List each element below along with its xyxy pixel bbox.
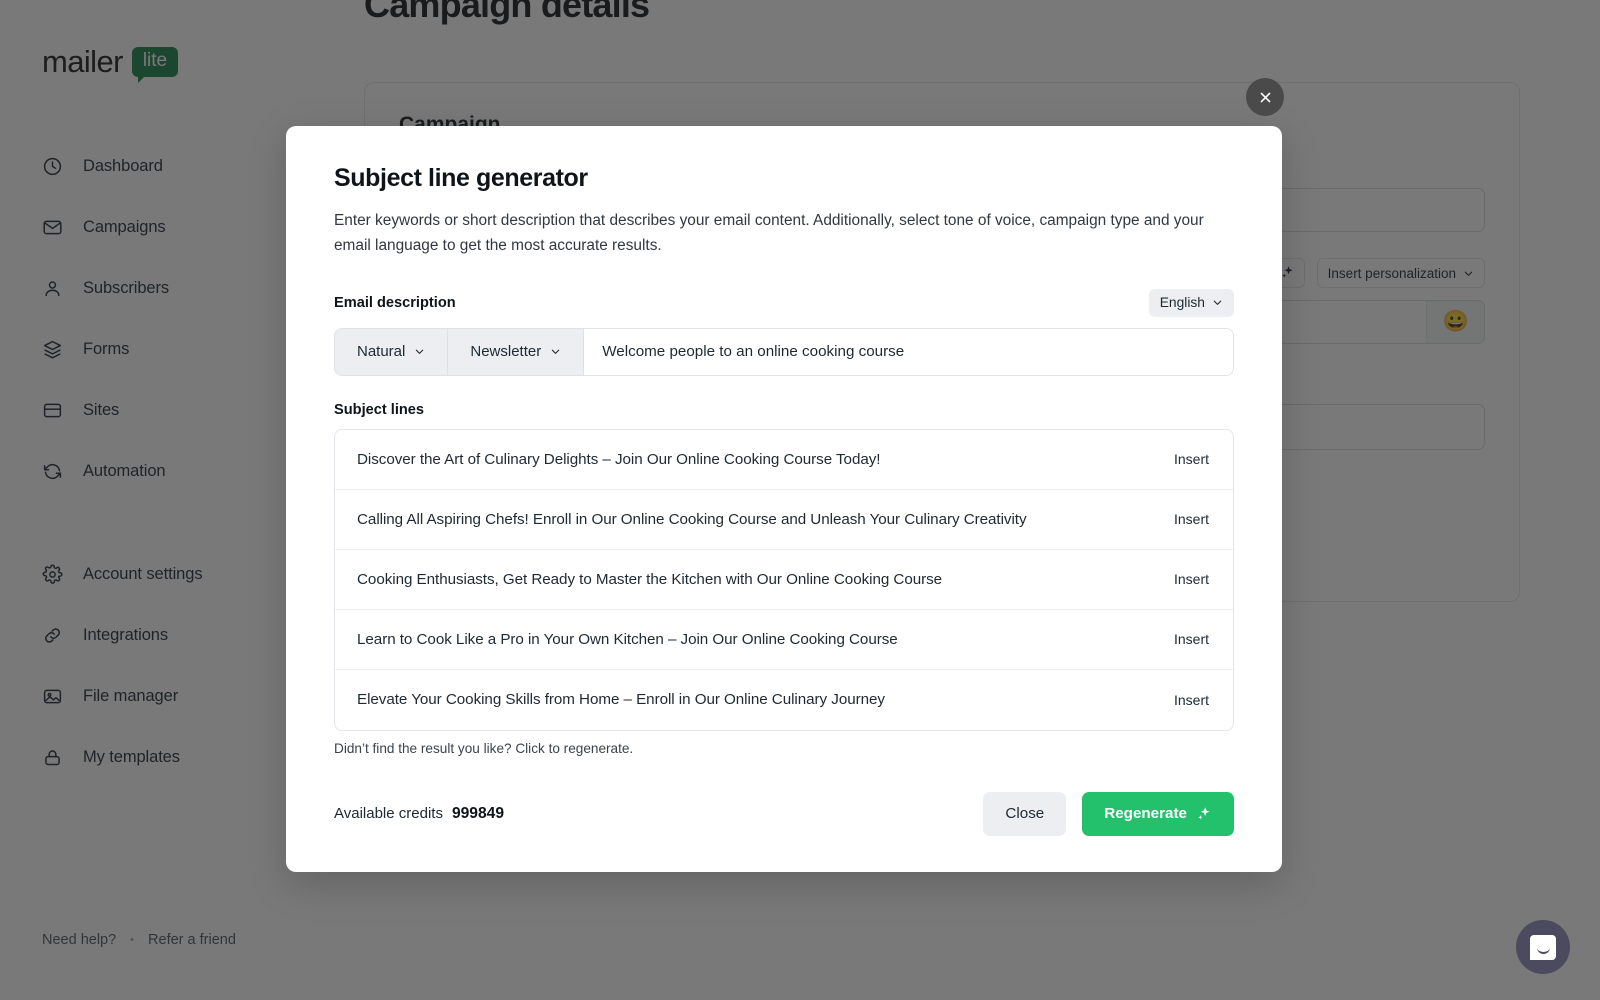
email-description-bar: Natural Newsletter <box>334 328 1234 376</box>
chevron-down-icon <box>414 346 425 357</box>
modal-close-button[interactable] <box>1246 78 1284 116</box>
intercom-launcher[interactable] <box>1516 920 1570 974</box>
close-icon <box>1258 90 1273 105</box>
available-credits: Available credits 999849 <box>334 805 504 823</box>
subject-line-text: Calling All Aspiring Chefs! Enroll in Ou… <box>357 511 1027 528</box>
modal-description: Enter keywords or short description that… <box>334 209 1234 259</box>
tone-of-voice-value: Natural <box>357 343 405 360</box>
list-item[interactable]: Calling All Aspiring Chefs! Enroll in Ou… <box>335 490 1233 550</box>
regenerate-button[interactable]: Regenerate <box>1082 792 1234 836</box>
list-item[interactable]: Elevate Your Cooking Skills from Home – … <box>335 670 1233 730</box>
email-description-label: Email description <box>334 295 456 311</box>
list-item[interactable]: Learn to Cook Like a Pro in Your Own Kit… <box>335 610 1233 670</box>
subject-line-text: Discover the Art of Culinary Delights – … <box>357 451 880 468</box>
subject-line-text: Cooking Enthusiasts, Get Ready to Master… <box>357 571 942 588</box>
chevron-down-icon <box>1212 297 1223 308</box>
list-item[interactable]: Discover the Art of Culinary Delights – … <box>335 430 1233 490</box>
insert-button[interactable]: Insert <box>1172 445 1211 473</box>
modal-actions: Close Regenerate <box>983 792 1234 836</box>
available-credits-value: 999849 <box>452 805 504 823</box>
subject-lines-list: Discover the Art of Culinary Delights – … <box>334 429 1234 731</box>
regenerate-label: Regenerate <box>1104 805 1187 822</box>
insert-button[interactable]: Insert <box>1172 625 1211 653</box>
subject-line-generator-modal: Subject line generator Enter keywords or… <box>286 126 1282 872</box>
modal-title: Subject line generator <box>334 164 1234 193</box>
campaign-type-dropdown[interactable]: Newsletter <box>448 329 584 375</box>
chat-bubble-icon <box>1530 935 1556 960</box>
insert-button[interactable]: Insert <box>1172 505 1211 533</box>
modal-footer: Available credits 999849 Close Regenerat… <box>334 792 1234 836</box>
list-item[interactable]: Cooking Enthusiasts, Get Ready to Master… <box>335 550 1233 610</box>
insert-button[interactable]: Insert <box>1172 565 1211 593</box>
language-value: English <box>1160 295 1205 310</box>
email-description-header: Email description English <box>334 289 1234 317</box>
subject-lines-label: Subject lines <box>334 402 1234 418</box>
tone-of-voice-dropdown[interactable]: Natural <box>335 329 448 375</box>
chevron-down-icon <box>550 346 561 357</box>
campaign-type-value: Newsletter <box>470 343 541 360</box>
regenerate-hint: Didn’t find the result you like? Click t… <box>334 741 1234 756</box>
insert-button[interactable]: Insert <box>1172 686 1211 714</box>
keywords-input[interactable] <box>584 329 1233 375</box>
sparkle-icon <box>1197 806 1212 821</box>
available-credits-label: Available credits <box>334 805 443 822</box>
language-dropdown[interactable]: English <box>1149 289 1234 317</box>
subject-line-text: Elevate Your Cooking Skills from Home – … <box>357 691 885 708</box>
close-button[interactable]: Close <box>983 792 1066 836</box>
subject-line-text: Learn to Cook Like a Pro in Your Own Kit… <box>357 631 898 648</box>
